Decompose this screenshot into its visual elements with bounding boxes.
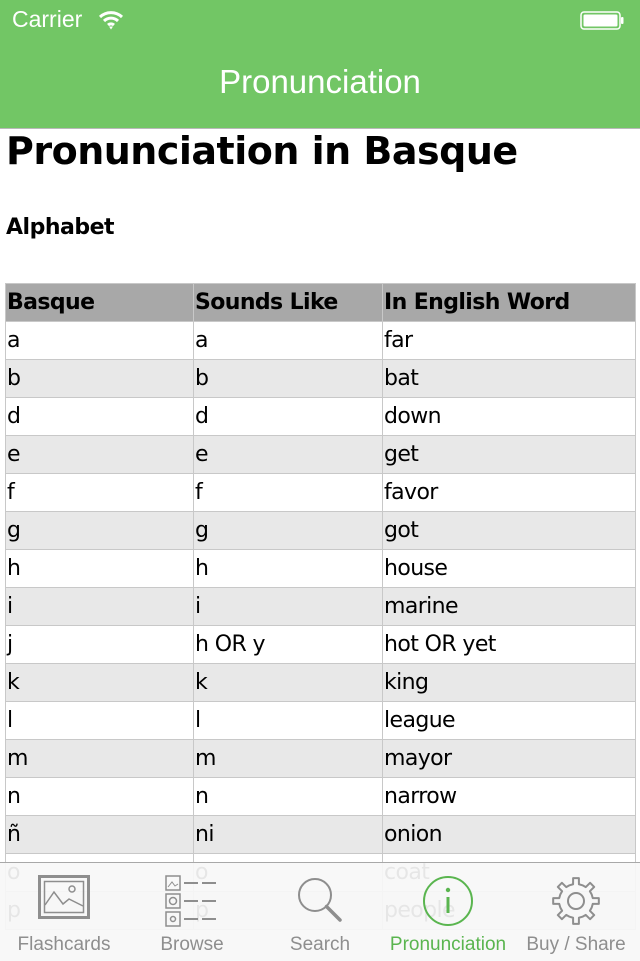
header-sounds-like: Sounds Like <box>193 283 383 322</box>
table-row: k k king <box>5 663 636 702</box>
cell-sounds-like: e <box>193 435 383 474</box>
table-row: a a far <box>5 321 636 360</box>
cell-sounds-like: b <box>193 359 383 398</box>
tab-bar: Flashcards Browse Search Pronunciation B… <box>0 862 640 961</box>
cell-sounds-like: g <box>193 511 383 550</box>
table-row: d d down <box>5 397 636 436</box>
cell-sounds-like: h OR y <box>193 625 383 664</box>
tab-label: Search <box>289 934 351 955</box>
cell-basque: j <box>5 625 194 664</box>
tab-search[interactable]: Search <box>256 863 384 961</box>
cell-english-word: house <box>382 549 636 588</box>
browse-list-icon <box>165 875 216 927</box>
cell-basque: i <box>5 587 194 626</box>
table-row: i i marine <box>5 587 636 626</box>
navigation-bar: Carrier Pronunciation <box>0 0 640 129</box>
flashcards-picture-icon <box>38 875 90 919</box>
cell-basque: n <box>5 777 194 816</box>
table-row: l l league <box>5 701 636 740</box>
gear-icon <box>552 877 600 925</box>
cell-basque: b <box>5 359 194 398</box>
cell-basque: g <box>5 511 194 550</box>
table-row: h h house <box>5 549 636 588</box>
table-row: jh OR y hot OR yet <box>5 625 636 664</box>
cell-english-word: get <box>382 435 636 474</box>
table-row: f f favor <box>5 473 636 512</box>
cell-english-word: onion <box>382 815 636 854</box>
cell-sounds-like: i <box>193 587 383 626</box>
carrier-label: Carrier <box>12 6 83 32</box>
cell-english-word: far <box>382 321 636 360</box>
header-english-word: In English Word <box>382 283 636 322</box>
cell-basque: h <box>5 549 194 588</box>
cell-basque: k <box>5 663 194 702</box>
cell-basque: d <box>5 397 194 436</box>
cell-sounds-like: ni <box>193 815 383 854</box>
table-row: ñ ni onion <box>5 815 636 854</box>
cell-sounds-like: d <box>193 397 383 436</box>
section-title: Alphabet <box>6 215 115 240</box>
search-icon <box>298 878 342 922</box>
tab-browse[interactable]: Browse <box>128 863 256 961</box>
cell-sounds-like: h <box>193 549 383 588</box>
cell-sounds-like: k <box>193 663 383 702</box>
cell-english-word: favor <box>382 473 636 512</box>
info-icon <box>423 876 473 926</box>
cell-basque: f <box>5 473 194 512</box>
tab-buy-share[interactable]: Buy / Share <box>512 863 640 961</box>
cell-basque: ñ <box>5 815 194 854</box>
tab-flashcards[interactable]: Flashcards <box>0 863 128 961</box>
cell-sounds-like: l <box>193 701 383 740</box>
tab-label: Pronunciation <box>389 934 507 955</box>
cell-sounds-like: a <box>193 321 383 360</box>
cell-english-word: narrow <box>382 777 636 816</box>
table-row: e e get <box>5 435 636 474</box>
cell-basque: m <box>5 739 194 778</box>
cell-english-word: down <box>382 397 636 436</box>
table-row: g g got <box>5 511 636 550</box>
cell-english-word: hot OR yet <box>382 625 636 664</box>
page-title: Pronunciation in Basque <box>6 129 518 173</box>
cell-english-word: marine <box>382 587 636 626</box>
cell-english-word: king <box>382 663 636 702</box>
tab-label: Browse <box>160 934 224 955</box>
cell-basque: l <box>5 701 194 740</box>
tab-pronunciation[interactable]: Pronunciation <box>384 863 512 961</box>
nav-title: Pronunciation <box>219 63 421 100</box>
cell-sounds-like: n <box>193 777 383 816</box>
table-row: b b bat <box>5 359 636 398</box>
cell-english-word: bat <box>382 359 636 398</box>
cell-english-word: league <box>382 701 636 740</box>
header-basque: Basque <box>5 283 194 322</box>
alphabet-table: Basque Sounds Like In English Word a a far… <box>5 283 636 930</box>
cell-sounds-like: f <box>193 473 383 512</box>
wifi-icon <box>98 10 124 30</box>
cell-english-word: got <box>382 511 636 550</box>
table-row: m m mayor <box>5 739 636 778</box>
table-header-row: Basque Sounds Like In English Word <box>5 283 636 322</box>
battery-full-icon <box>580 11 624 30</box>
cell-sounds-like: m <box>193 739 383 778</box>
tab-label: Flashcards <box>17 934 111 955</box>
cell-basque: e <box>5 435 194 474</box>
tab-label: Buy / Share <box>526 934 626 955</box>
table-row: n n narrow <box>5 777 636 816</box>
cell-basque: a <box>5 321 194 360</box>
cell-english-word: mayor <box>382 739 636 778</box>
